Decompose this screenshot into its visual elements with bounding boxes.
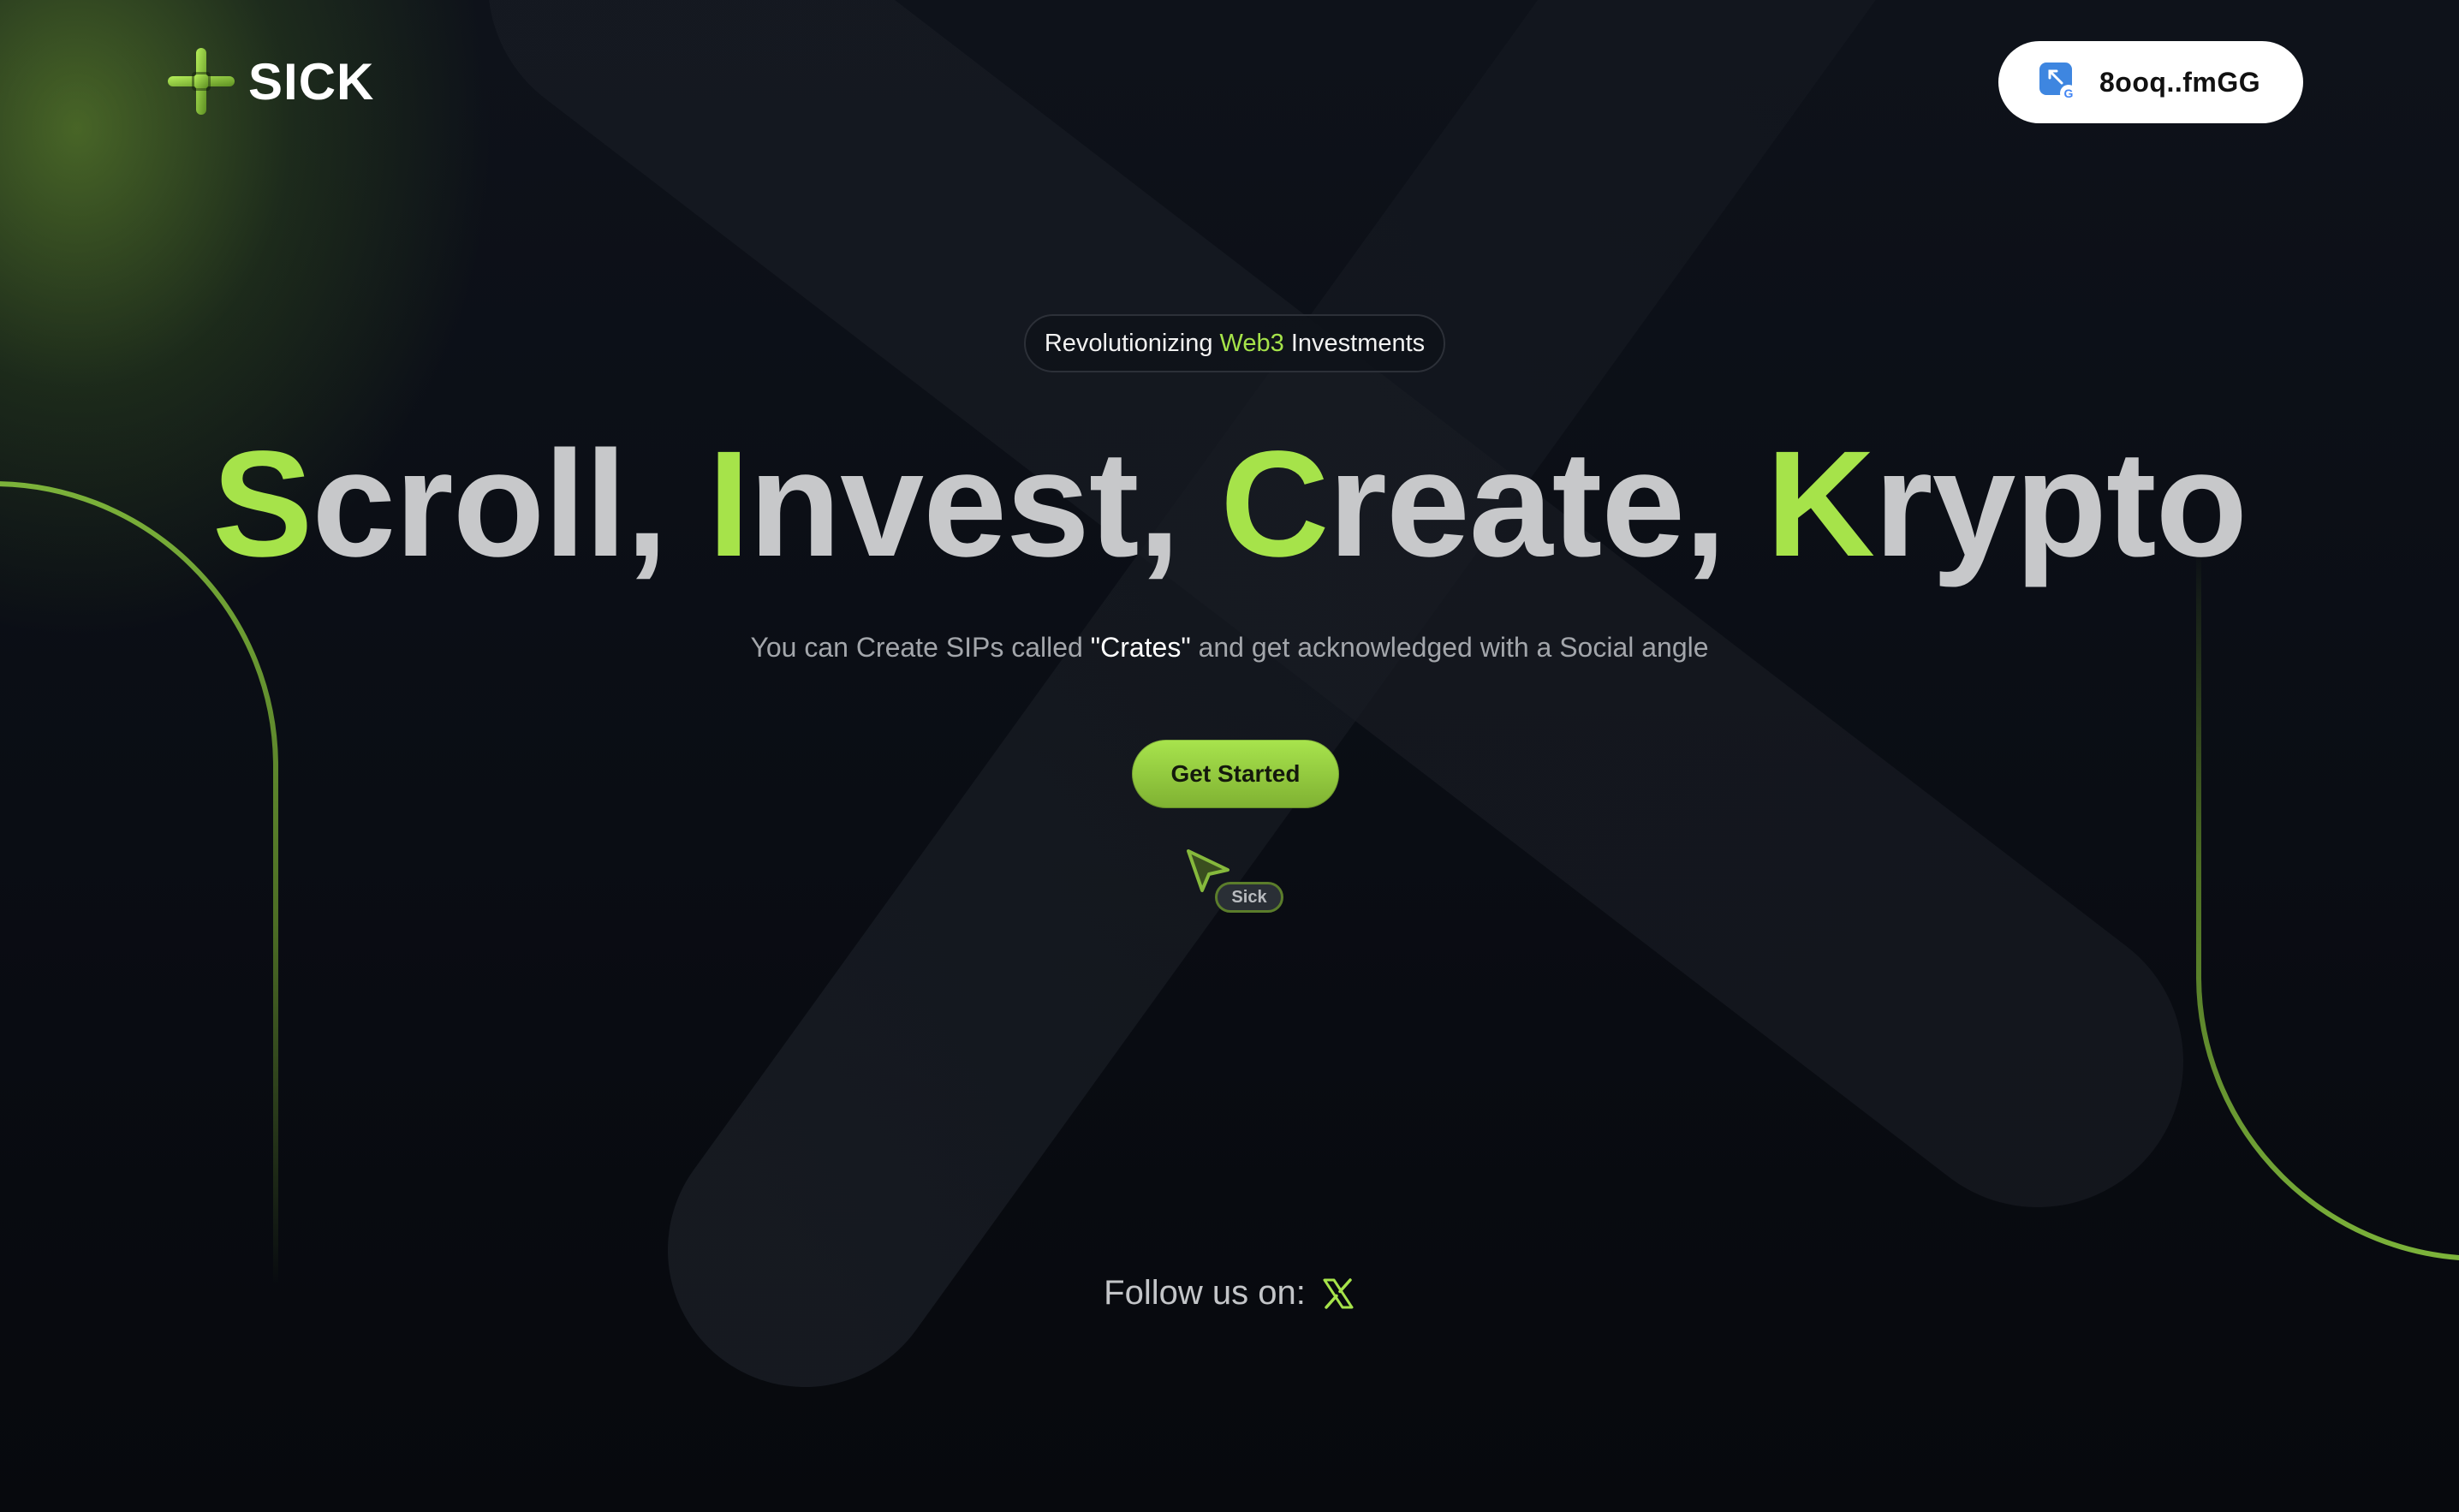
subtitle-highlight: "Crates" <box>1090 632 1191 663</box>
follow-us-section: Follow us on: <box>0 1274 2459 1313</box>
x-twitter-icon[interactable] <box>1321 1277 1355 1311</box>
svg-text:G: G <box>2064 86 2074 100</box>
brand-logo[interactable]: SICK <box>166 46 374 116</box>
badge-prefix: Revolutionizing <box>1044 329 1220 357</box>
badge-suffix: Investments <box>1283 329 1426 357</box>
landing-page: SICK G 8ooq..fmGG Revolutionizing Web3 I… <box>0 0 2459 1512</box>
headline-initial: C <box>1220 420 1329 588</box>
wallet-address: 8ooq..fmGG <box>2099 66 2261 98</box>
subtitle-suffix: and get acknowledged with a Social angle <box>1190 632 1709 663</box>
headline-word: croll, <box>312 420 708 588</box>
headline-word: rypto <box>1874 420 2248 588</box>
google-wallet-icon: G <box>2039 63 2077 102</box>
hero-headline: Scroll, Invest, Create, Krypto <box>0 418 2459 591</box>
cursor-label-tag: Sick <box>1215 882 1283 913</box>
headline-initial: I <box>707 420 750 588</box>
headline-initial: S <box>211 420 313 588</box>
wallet-button[interactable]: G 8ooq..fmGG <box>1998 41 2303 123</box>
headline-word: nvest, <box>748 420 1221 588</box>
badge-highlight: Web3 <box>1219 329 1284 357</box>
headline-word: reate, <box>1328 420 1766 588</box>
hero-subtitle: You can Create SIPs called "Crates" and … <box>0 632 2459 664</box>
plus-mark-icon <box>168 48 235 115</box>
tagline-badge: Revolutionizing Web3 Investments <box>1024 314 1445 372</box>
follow-label: Follow us on: <box>1104 1274 1306 1312</box>
subtitle-prefix: You can Create SIPs called <box>750 632 1091 663</box>
headline-initial: K <box>1765 420 1875 588</box>
get-started-button[interactable]: Get Started <box>1132 740 1339 808</box>
brand-name: SICK <box>248 52 375 110</box>
